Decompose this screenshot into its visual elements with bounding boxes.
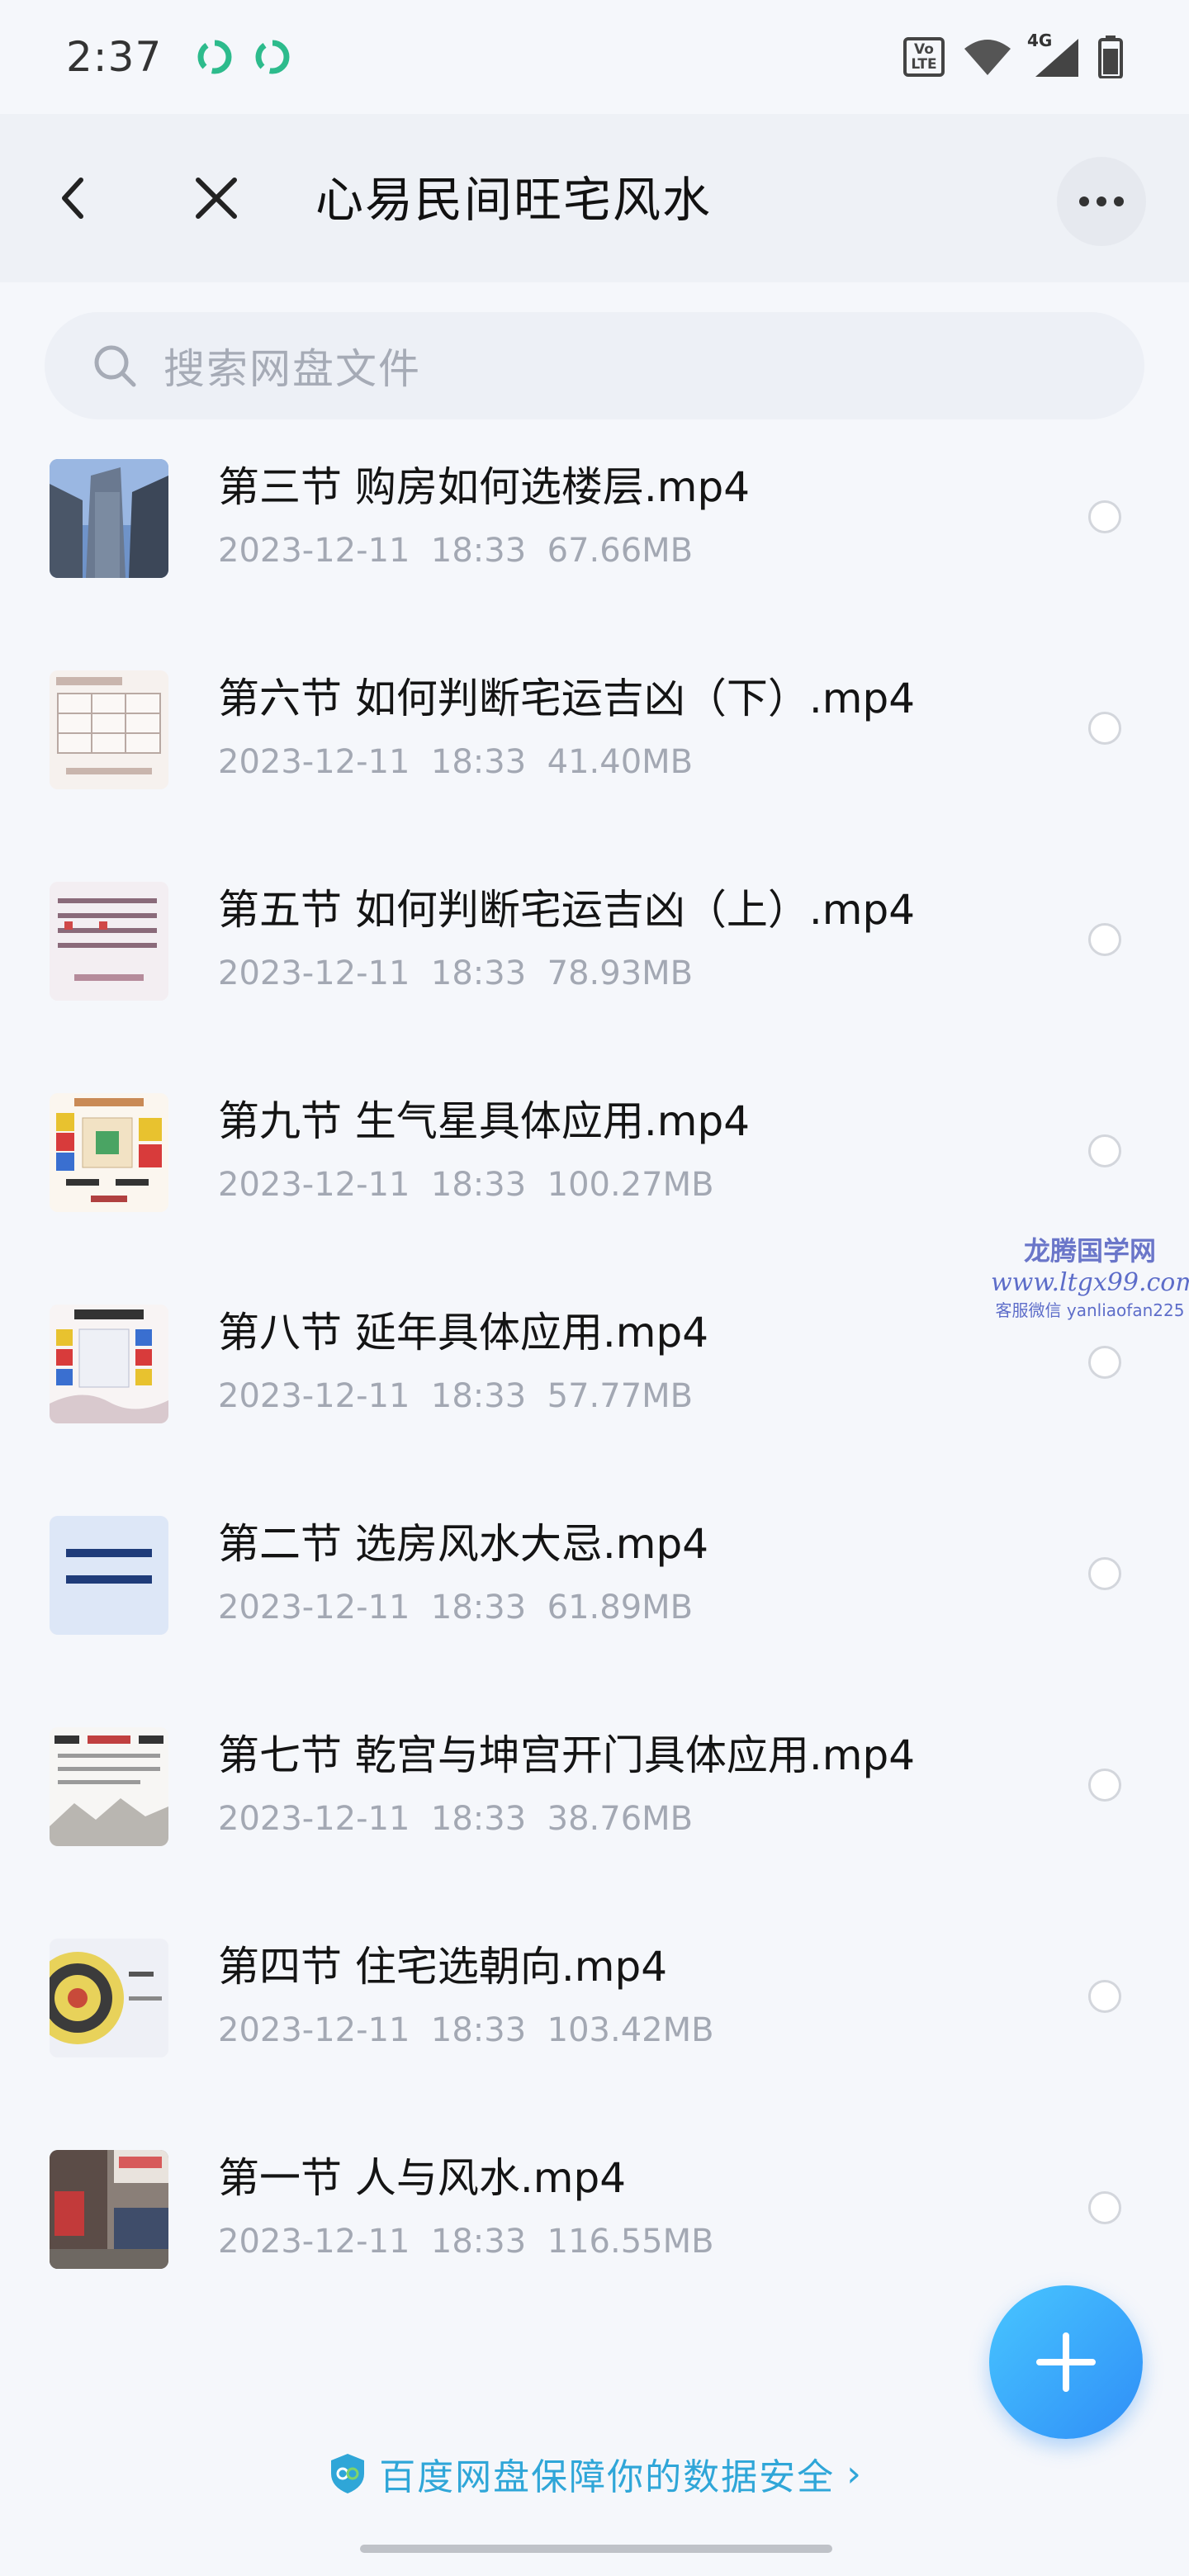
file-name: 第四节 住宅选朝向.mp4 — [218, 1943, 668, 1991]
app-notification-icon — [255, 40, 290, 74]
file-meta: 2023-12-11 18:33 67.66MB — [218, 532, 694, 570]
file-meta: 2023-12-11 18:33 61.89MB — [218, 1589, 694, 1627]
file-name: 第七节 乾宫与坤宫开门具体应用.mp4 — [218, 1731, 916, 1779]
home-indicator[interactable] — [360, 2545, 832, 2553]
color-grid-thumbnail-image — [50, 1093, 168, 1212]
chevron-right-icon: › — [846, 2452, 861, 2495]
wifi-icon — [964, 40, 1011, 75]
file-row[interactable]: 第五节 如何判断宅运吉凶（上）.mp4 2023-12-11 18:33 78.… — [0, 852, 1189, 1063]
file-meta: 2023-12-11 18:33 103.42MB — [218, 2011, 714, 2049]
file-meta: 2023-12-11 18:33 116.55MB — [218, 2223, 714, 2261]
file-name: 第二节 选房风水大忌.mp4 — [218, 1520, 709, 1568]
select-checkbox[interactable] — [1088, 1346, 1121, 1379]
compass-thumbnail-image — [50, 1939, 168, 2057]
volte-icon: Vo LTE — [903, 37, 945, 77]
search-input[interactable]: 搜索网盘文件 — [163, 336, 421, 395]
select-checkbox[interactable] — [1088, 1557, 1121, 1590]
search-icon — [94, 345, 136, 387]
select-checkbox[interactable] — [1088, 712, 1121, 745]
landscape-thumbnail-image — [50, 1727, 168, 1846]
status-bar: 2:37 Vo LTE 4G — [0, 0, 1189, 114]
grid-chart-thumbnail-image — [50, 670, 168, 789]
shield-icon — [331, 2454, 365, 2493]
select-checkbox[interactable] — [1088, 1769, 1121, 1802]
file-list: 第三节 购房如何选楼层.mp4 2023-12-11 18:33 67.66MB… — [0, 429, 1189, 2332]
page-title: 心易民间旺宅风水 — [315, 172, 713, 228]
file-row[interactable]: 第四节 住宅选朝向.mp4 2023-12-11 18:33 103.42MB — [0, 1909, 1189, 2120]
status-time: 2:37 — [66, 33, 163, 81]
video-thumbnail — [50, 1727, 168, 1846]
blue-slide-thumbnail-image — [50, 1516, 168, 1635]
watermark-url: www.ltgx99.com — [991, 1268, 1189, 1297]
file-name: 第一节 人与风水.mp4 — [218, 2154, 627, 2202]
video-thumbnail — [50, 1305, 168, 1423]
title-bar: 心易民间旺宅风水 — [0, 114, 1189, 282]
video-thumbnail — [50, 459, 168, 578]
video-thumbnail — [50, 2150, 168, 2269]
security-notice-link[interactable]: 百度网盘保障你的数据安全 › — [0, 2441, 1189, 2507]
file-row[interactable]: 第二节 选房风水大忌.mp4 2023-12-11 18:33 61.89MB — [0, 1486, 1189, 1698]
close-button[interactable] — [183, 165, 249, 231]
file-meta: 2023-12-11 18:33 78.93MB — [218, 954, 694, 992]
more-options-button[interactable] — [1057, 157, 1146, 246]
close-icon — [196, 178, 237, 219]
watermark-contact: 客服微信 yanliaofan225 — [995, 1300, 1185, 1320]
file-name: 第五节 如何判断宅运吉凶（上）.mp4 — [218, 886, 916, 934]
color-blocks-thumbnail-image — [50, 1305, 168, 1423]
more-icon-dot — [1114, 197, 1124, 206]
video-thumbnail — [50, 670, 168, 789]
file-row[interactable]: 第七节 乾宫与坤宫开门具体应用.mp4 2023-12-11 18:33 38.… — [0, 1698, 1189, 1909]
file-meta: 2023-12-11 18:33 57.77MB — [218, 1377, 694, 1415]
file-name: 第三节 购房如何选楼层.mp4 — [218, 463, 751, 511]
file-meta: 2023-12-11 18:33 38.76MB — [218, 1800, 694, 1838]
file-meta: 2023-12-11 18:33 41.40MB — [218, 743, 694, 781]
select-checkbox[interactable] — [1088, 923, 1121, 956]
video-thumbnail — [50, 1516, 168, 1635]
file-name: 第八节 延年具体应用.mp4 — [218, 1309, 709, 1357]
add-button[interactable] — [989, 2285, 1143, 2439]
select-checkbox[interactable] — [1088, 1980, 1121, 2013]
security-notice-text: 百度网盘保障你的数据安全 — [379, 2456, 836, 2498]
file-row[interactable]: 第三节 购房如何选楼层.mp4 2023-12-11 18:33 67.66MB — [0, 429, 1189, 641]
plus-icon — [1036, 2332, 1096, 2392]
select-checkbox[interactable] — [1088, 1134, 1121, 1167]
text-slide-thumbnail-image — [50, 882, 168, 1001]
video-thumbnail — [50, 1093, 168, 1212]
file-row[interactable]: 第一节 人与风水.mp4 2023-12-11 18:33 116.55MB — [0, 2120, 1189, 2332]
more-icon — [1079, 197, 1089, 206]
file-name: 第九节 生气星具体应用.mp4 — [218, 1097, 751, 1145]
video-thumbnail — [50, 882, 168, 1001]
search-bar[interactable]: 搜索网盘文件 — [45, 312, 1144, 419]
chevron-left-icon — [62, 178, 83, 219]
battery-icon — [1098, 36, 1123, 78]
back-button[interactable] — [40, 165, 106, 231]
app-notification-icon — [197, 40, 232, 74]
watermark: 龙腾国学网 www.ltgx99.com 客服微信 yanliaofan225 — [991, 1230, 1189, 1321]
more-icon-dot — [1097, 197, 1106, 206]
watermark-title: 龙腾国学网 — [1023, 1235, 1156, 1267]
select-checkbox[interactable] — [1088, 2191, 1121, 2224]
file-name: 第六节 如何判断宅运吉凶（下）.mp4 — [218, 675, 916, 722]
file-meta: 2023-12-11 18:33 100.27MB — [218, 1166, 714, 1204]
video-thumbnail — [50, 1939, 168, 2057]
status-indicators: Vo LTE 4G — [903, 31, 1123, 78]
storefront-thumbnail-image — [50, 2150, 168, 2269]
cellular-signal-icon: 4G — [1027, 31, 1080, 78]
select-checkbox[interactable] — [1088, 500, 1121, 533]
file-row[interactable]: 第六节 如何判断宅运吉凶（下）.mp4 2023-12-11 18:33 41.… — [0, 641, 1189, 852]
buildings-thumbnail-image — [50, 459, 168, 578]
notification-icons — [195, 37, 292, 77]
